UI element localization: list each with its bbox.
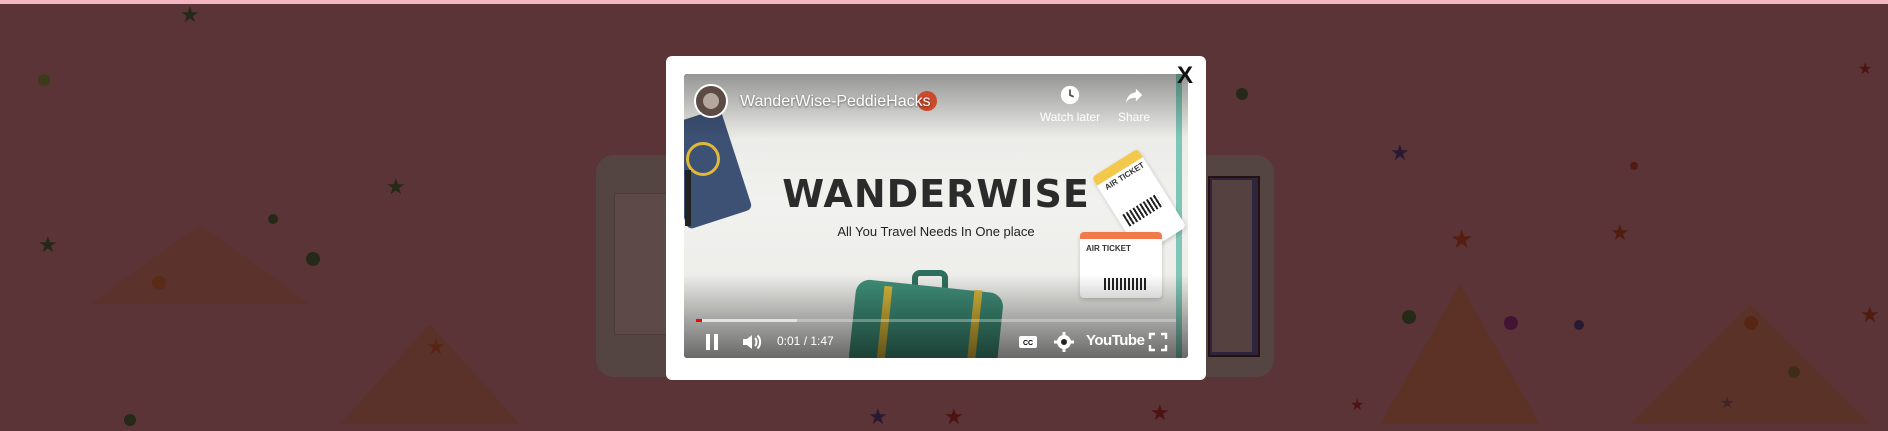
share-label: Share <box>1117 110 1151 124</box>
pause-icon <box>706 334 718 350</box>
fullscreen-button[interactable] <box>1146 330 1170 354</box>
watch-later-button[interactable]: Watch later <box>1034 84 1106 124</box>
settings-icon <box>1054 332 1074 352</box>
youtube-logo-link[interactable]: YouTube <box>1086 332 1145 349</box>
barcode-graphic <box>1122 193 1164 227</box>
channel-avatar[interactable] <box>694 84 728 118</box>
volume-icon <box>743 334 762 350</box>
pause-button[interactable] <box>700 330 724 354</box>
video-player[interactable]: WANDERWISE All You Travel Needs In One p… <box>684 74 1188 358</box>
captions-icon: CC <box>1019 336 1037 348</box>
progress-played <box>696 319 702 322</box>
captions-button[interactable]: CC <box>1016 330 1040 354</box>
svg-text:CC: CC <box>1023 340 1033 347</box>
share-arrow-icon <box>1125 88 1143 104</box>
globe-icon <box>686 142 720 176</box>
video-title-link[interactable]: WanderWise-PeddieHacks <box>740 93 931 111</box>
progress-buffered <box>696 319 797 322</box>
time-display: 0:01 / 1:47 <box>777 334 834 348</box>
fullscreen-icon <box>1148 332 1168 352</box>
ticket-label: AIR TICKET <box>1086 244 1131 253</box>
share-button[interactable]: Share <box>1098 84 1170 124</box>
close-button[interactable]: X <box>1172 63 1198 89</box>
watch-later-label: Watch later <box>1039 110 1101 124</box>
settings-button[interactable] <box>1052 330 1076 354</box>
volume-button[interactable] <box>740 330 764 354</box>
progress-bar[interactable] <box>696 319 1176 322</box>
clock-icon <box>1060 85 1080 105</box>
